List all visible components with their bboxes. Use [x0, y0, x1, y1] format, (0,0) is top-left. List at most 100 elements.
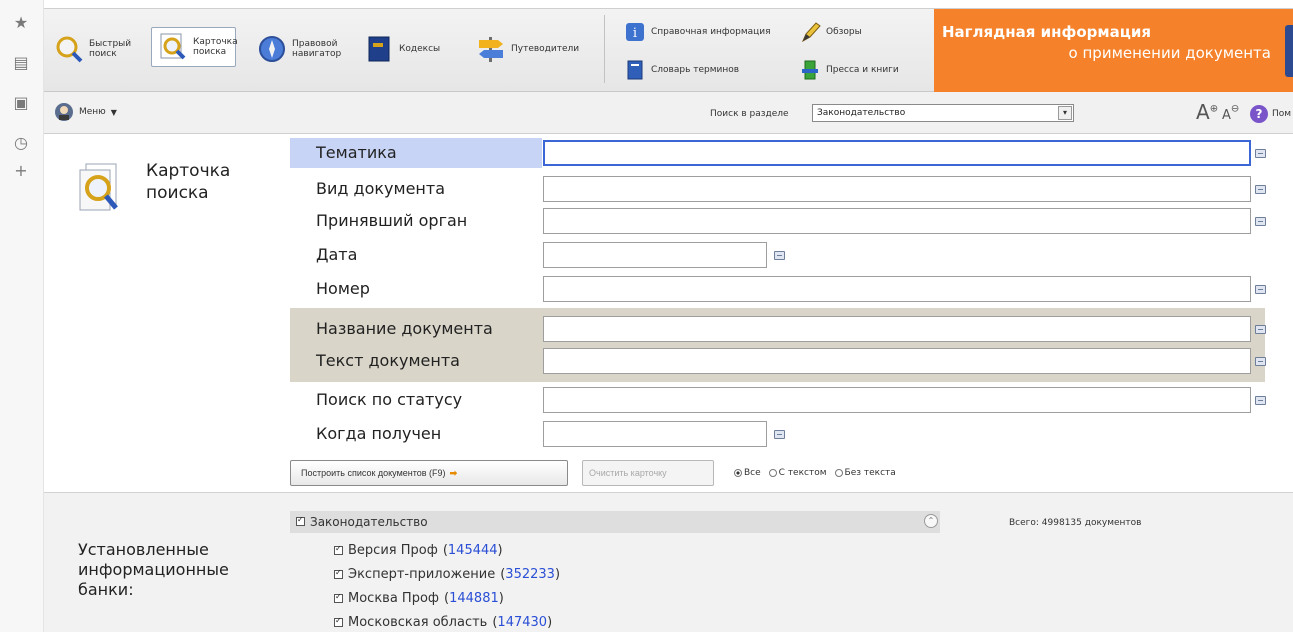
dictionary-icon[interactable]	[1255, 217, 1266, 226]
doc-type-input[interactable]	[543, 176, 1251, 202]
radio-dot[interactable]	[834, 469, 843, 477]
reference-info-button[interactable]: i Справочная информация	[624, 21, 771, 43]
dictionary-icon[interactable]	[774, 251, 785, 260]
help-label[interactable]: Пом	[1272, 109, 1291, 119]
quick-search-label: Быстрый поиск	[89, 39, 132, 59]
reference-info-label: Справочная информация	[651, 27, 771, 37]
installed-banks-panel: Установленные информационные банки: Зако…	[44, 492, 1293, 632]
search-in-value: Законодательство	[817, 108, 906, 118]
left-rail: ★ ▤ ▣ ◷ +	[0, 0, 44, 632]
field-row-status: Поиск по статусу	[290, 385, 1266, 415]
field-row-received: Когда получен	[290, 419, 1265, 449]
field-row-doc-name: Название документа	[290, 314, 1266, 344]
radio-all[interactable]: Все	[734, 468, 761, 478]
clear-card-button[interactable]: Очистить карточку	[582, 460, 714, 486]
legal-navigator-button[interactable]: Правовой навигатор	[257, 34, 342, 64]
authority-input[interactable]	[543, 208, 1251, 234]
promo-edge	[1285, 25, 1293, 77]
field-label-doc-name: Название документа	[316, 319, 493, 338]
field-label-doc-type: Вид документа	[316, 179, 446, 198]
plus-icon[interactable]: +	[10, 160, 32, 182]
star-icon[interactable]: ★	[10, 12, 32, 34]
quick-search-button[interactable]: Быстрый поиск	[54, 34, 132, 64]
bank-checkbox[interactable]	[334, 544, 343, 555]
field-label-received: Когда получен	[316, 424, 442, 443]
radio-dot[interactable]	[768, 469, 777, 477]
font-decrease-icon[interactable]: A⊖	[1222, 100, 1239, 124]
field-row-number: Номер	[290, 274, 1266, 304]
bank-checkbox[interactable]	[334, 568, 343, 579]
radio-without-text[interactable]: Без текста	[834, 468, 896, 478]
bookmark-icon[interactable]: ▣	[10, 92, 32, 114]
menu-avatar-icon	[55, 103, 73, 121]
history-icon[interactable]: ◷	[10, 132, 32, 154]
main-toolbar: Быстрый поиск Карточка поиска Правовой н…	[44, 8, 1293, 93]
received-input[interactable]	[543, 421, 767, 447]
press-books-label: Пресса и книги	[826, 65, 899, 75]
guides-button[interactable]: Путеводители	[476, 34, 579, 64]
legal-navigator-label: Правовой навигатор	[292, 39, 342, 59]
reviews-button[interactable]: Обзоры	[799, 21, 862, 43]
doc-text-input[interactable]	[543, 348, 1251, 374]
radio-without-text-label: Без текста	[844, 468, 896, 478]
codes-label: Кодексы	[399, 44, 441, 54]
bank-total-count: Всего: 4998135 документов	[1009, 518, 1142, 528]
bank-count-link[interactable]: 145444	[448, 543, 498, 558]
bank-checkbox[interactable]	[334, 592, 343, 603]
search-card-button[interactable]: Карточка поиска	[151, 27, 238, 67]
chevron-down-icon[interactable]: ▾	[1058, 106, 1072, 120]
radio-with-text-label: С текстом	[778, 468, 827, 478]
bank-count-link[interactable]: 352233	[505, 567, 555, 582]
bank-name: Версия Проф	[348, 543, 438, 558]
bank-section-name: Законодательство	[310, 515, 428, 529]
bank-name: Московская область	[348, 615, 488, 630]
field-row-topic: Тематика	[290, 138, 1266, 168]
dictionary-icon	[627, 60, 643, 80]
radio-with-text[interactable]: С текстом	[768, 468, 827, 478]
magnifier-icon	[56, 36, 83, 63]
field-label-number: Номер	[316, 279, 370, 298]
codes-button[interactable]: Кодексы	[364, 34, 440, 64]
field-row-doc-type: Вид документа	[290, 174, 1266, 204]
pen-icon	[801, 22, 821, 43]
topic-input[interactable]	[543, 140, 1251, 166]
chevron-down-icon: ▼	[110, 107, 117, 117]
status-input[interactable]	[543, 387, 1251, 413]
note-icon[interactable]: ▤	[10, 52, 32, 74]
promo-banner[interactable]: Наглядная информация о применении докуме…	[934, 9, 1293, 93]
bank-name: Эксперт-приложение	[348, 567, 496, 582]
bank-count-link[interactable]: 144881	[449, 591, 499, 606]
bank-count-link[interactable]: 147430	[497, 615, 547, 630]
date-input[interactable]	[543, 242, 767, 268]
magnifier-icon	[160, 33, 186, 60]
radio-dot[interactable]	[734, 469, 742, 477]
dictionary-icon[interactable]	[1255, 325, 1266, 334]
search-in-select[interactable]: Законодательство ▾	[812, 104, 1074, 122]
help-icon[interactable]: ?	[1250, 105, 1268, 123]
menu-button[interactable]: Меню ▼	[54, 102, 117, 122]
promo-line-1: Наглядная информация	[942, 23, 1152, 41]
glossary-button[interactable]: Словарь терминов	[624, 59, 739, 81]
text-filter-radio-group: Все С текстом Без текста	[734, 468, 896, 478]
search-card-title: Карточка поиска	[146, 161, 231, 203]
bank-name: Москва Проф	[348, 591, 440, 606]
build-list-button[interactable]: Построить список документов (F9) ➡	[290, 460, 568, 486]
clear-card-label: Очистить карточку	[589, 468, 667, 478]
bank-section-checkbox[interactable]	[296, 515, 305, 526]
bank-section-header[interactable]: Законодательство	[290, 511, 940, 533]
toolbar-separator	[604, 15, 605, 83]
dictionary-icon[interactable]	[1255, 396, 1266, 405]
dictionary-icon[interactable]	[1255, 149, 1266, 158]
magnifier-icon	[79, 163, 118, 211]
dictionary-icon[interactable]	[774, 430, 785, 439]
bank-checkbox[interactable]	[334, 616, 343, 627]
font-increase-icon[interactable]: A⊕	[1196, 100, 1218, 124]
book-icon	[368, 36, 390, 62]
dictionary-icon[interactable]	[1255, 185, 1266, 194]
collapse-icon[interactable]: ⌃	[924, 514, 938, 528]
number-input[interactable]	[543, 276, 1251, 302]
press-books-button[interactable]: Пресса и книги	[799, 59, 899, 81]
dictionary-icon[interactable]	[1255, 285, 1266, 294]
doc-name-input[interactable]	[543, 316, 1251, 342]
dictionary-icon[interactable]	[1255, 357, 1266, 366]
